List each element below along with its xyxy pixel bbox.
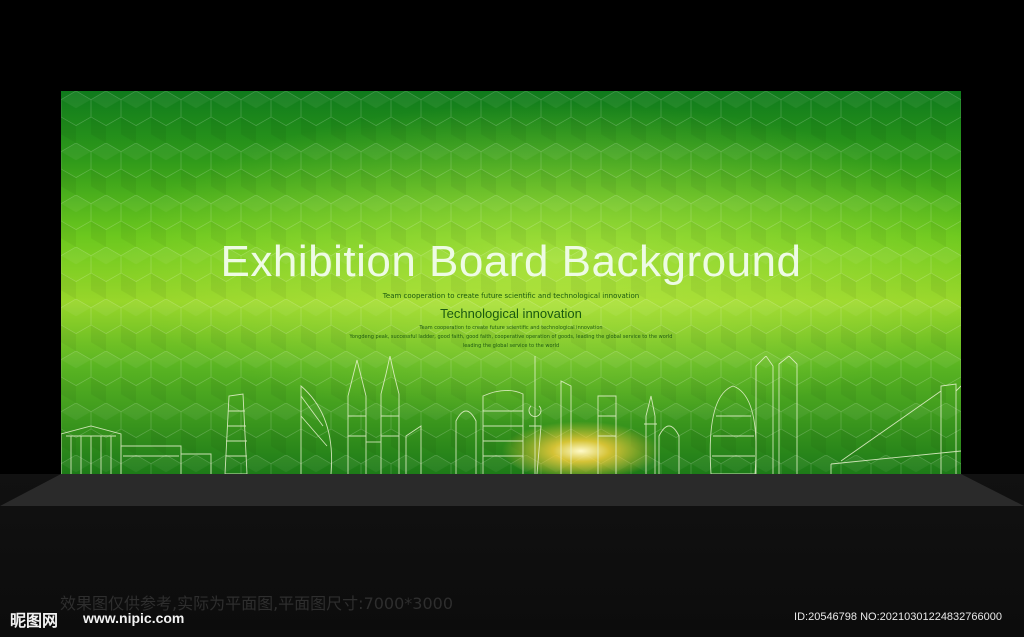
board-caption-line-1: Team cooperation to create future scient… (419, 325, 603, 331)
watermark-logo: 昵图网 (10, 611, 59, 630)
board-caption-line-2: Yongdeng peak, successful ladder, good f… (349, 334, 673, 340)
board-caption-line-3: leading the global service to the world (462, 343, 560, 349)
board-tagline: Team cooperation to create future scient… (382, 292, 640, 300)
board-subtitle: Technological innovation (440, 306, 582, 321)
watermark-id: ID:20546798 NO:20210301224832766000 (794, 611, 1002, 623)
stage-platform (0, 474, 1024, 506)
board-title: Exhibition Board Background (220, 237, 802, 286)
city-skyline-illustration (61, 356, 961, 474)
exhibition-board: Exhibition Board Background Team coopera… (61, 91, 961, 474)
watermark-url[interactable]: www.nipic.com (83, 610, 184, 626)
